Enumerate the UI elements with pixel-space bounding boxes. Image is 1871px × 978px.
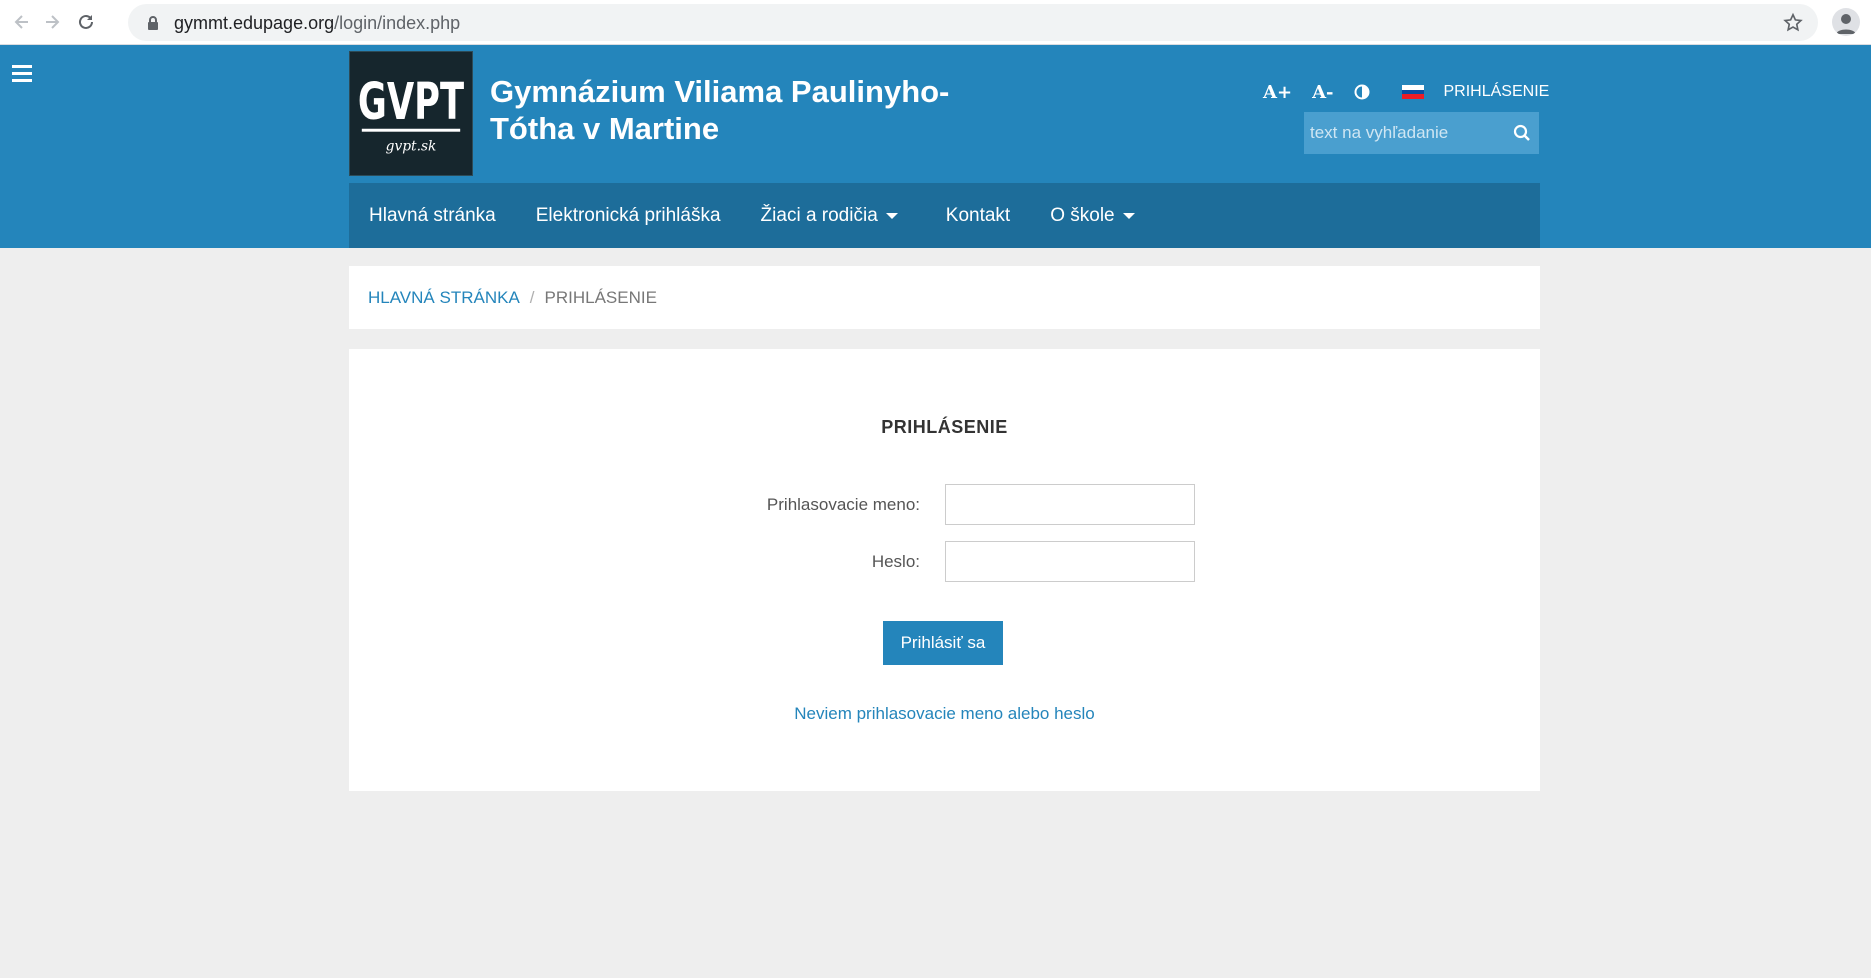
nav-item-contact[interactable]: Kontakt (918, 183, 1030, 248)
breadcrumb-current: PRIHLÁSENIE (544, 287, 657, 307)
accessibility-tools: A+ A- PRIHLÁSENIE (1263, 80, 1549, 104)
forgot-credentials-link[interactable]: Neviem prihlasovacie meno alebo heslo (349, 704, 1540, 724)
person-icon (1836, 14, 1856, 34)
font-decrease-button[interactable]: A- (1312, 82, 1333, 103)
profile-avatar[interactable] (1832, 8, 1860, 36)
username-label: Prihlasovacie meno: (766, 495, 920, 514)
login-card: PRIHLÁSENIE Prihlasovacie meno: Heslo: P… (349, 349, 1540, 791)
search-box (1304, 112, 1539, 154)
site-title-line-1: Gymnázium Viliama Paulinyho- (490, 74, 950, 109)
password-label: Heslo: (871, 552, 920, 571)
site-header: GVPT gvpt.sk Gymnázium Viliama Paulinyho… (0, 45, 1871, 248)
breadcrumb-separator: / (529, 287, 535, 307)
svg-text:GVPT: GVPT (358, 73, 464, 132)
reload-icon (79, 14, 93, 29)
login-submit-button[interactable]: Prihlásiť sa (883, 621, 1003, 665)
forward-button[interactable] (38, 8, 66, 36)
chevron-down-icon (885, 212, 898, 219)
nav-item-home[interactable]: Hlavná stránka (349, 183, 516, 248)
slovak-flag-icon[interactable] (1401, 85, 1424, 100)
header-login-link[interactable]: PRIHLÁSENIE (1444, 83, 1550, 101)
svg-text:gvpt.sk: gvpt.sk (386, 138, 437, 154)
username-input[interactable] (945, 484, 1195, 525)
arrow-left-icon (14, 15, 28, 29)
chevron-down-icon (1122, 212, 1135, 219)
reload-button[interactable] (72, 8, 100, 36)
address-bar[interactable]: gymmt.edupage.org/login/index.php (128, 4, 1818, 41)
back-button[interactable] (8, 8, 36, 36)
hamburger-menu-icon[interactable] (12, 65, 32, 83)
breadcrumb-home-link[interactable]: HLAVNÁ STRÁNKA (368, 288, 520, 308)
font-increase-button[interactable]: A+ (1263, 82, 1292, 103)
nav-item-about-school[interactable]: O škole (1030, 183, 1154, 248)
breadcrumb: HLAVNÁ STRÁNKA / PRIHLÁSENIE (349, 266, 1540, 329)
search-input[interactable] (1304, 112, 1504, 154)
site-title-line-2: Tótha v Martine (490, 111, 720, 146)
password-input[interactable] (945, 541, 1195, 582)
url-text: gymmt.edupage.org/login/index.php (174, 13, 461, 33)
site-title[interactable]: Gymnázium Viliama Paulinyho- Tótha v Mar… (490, 73, 1010, 147)
arrow-right-icon (46, 15, 60, 29)
nav-item-e-application[interactable]: Elektronická prihláška (516, 183, 741, 248)
bookmark-star-icon[interactable] (1782, 12, 1804, 34)
school-logo[interactable]: GVPT gvpt.sk (349, 51, 473, 176)
browser-toolbar: gymmt.edupage.org/login/index.php (0, 0, 1871, 45)
nav-item-students-parents[interactable]: Žiaci a rodičia (741, 183, 918, 248)
login-title: PRIHLÁSENIE (881, 417, 1008, 437)
contrast-icon[interactable] (1354, 84, 1370, 100)
main-navigation: Hlavná stránka Elektronická prihláška Ži… (349, 183, 1540, 248)
gvpt-logo-mark: GVPT gvpt.sk (358, 73, 464, 154)
lock-icon (148, 16, 158, 30)
search-icon[interactable] (1513, 124, 1531, 142)
